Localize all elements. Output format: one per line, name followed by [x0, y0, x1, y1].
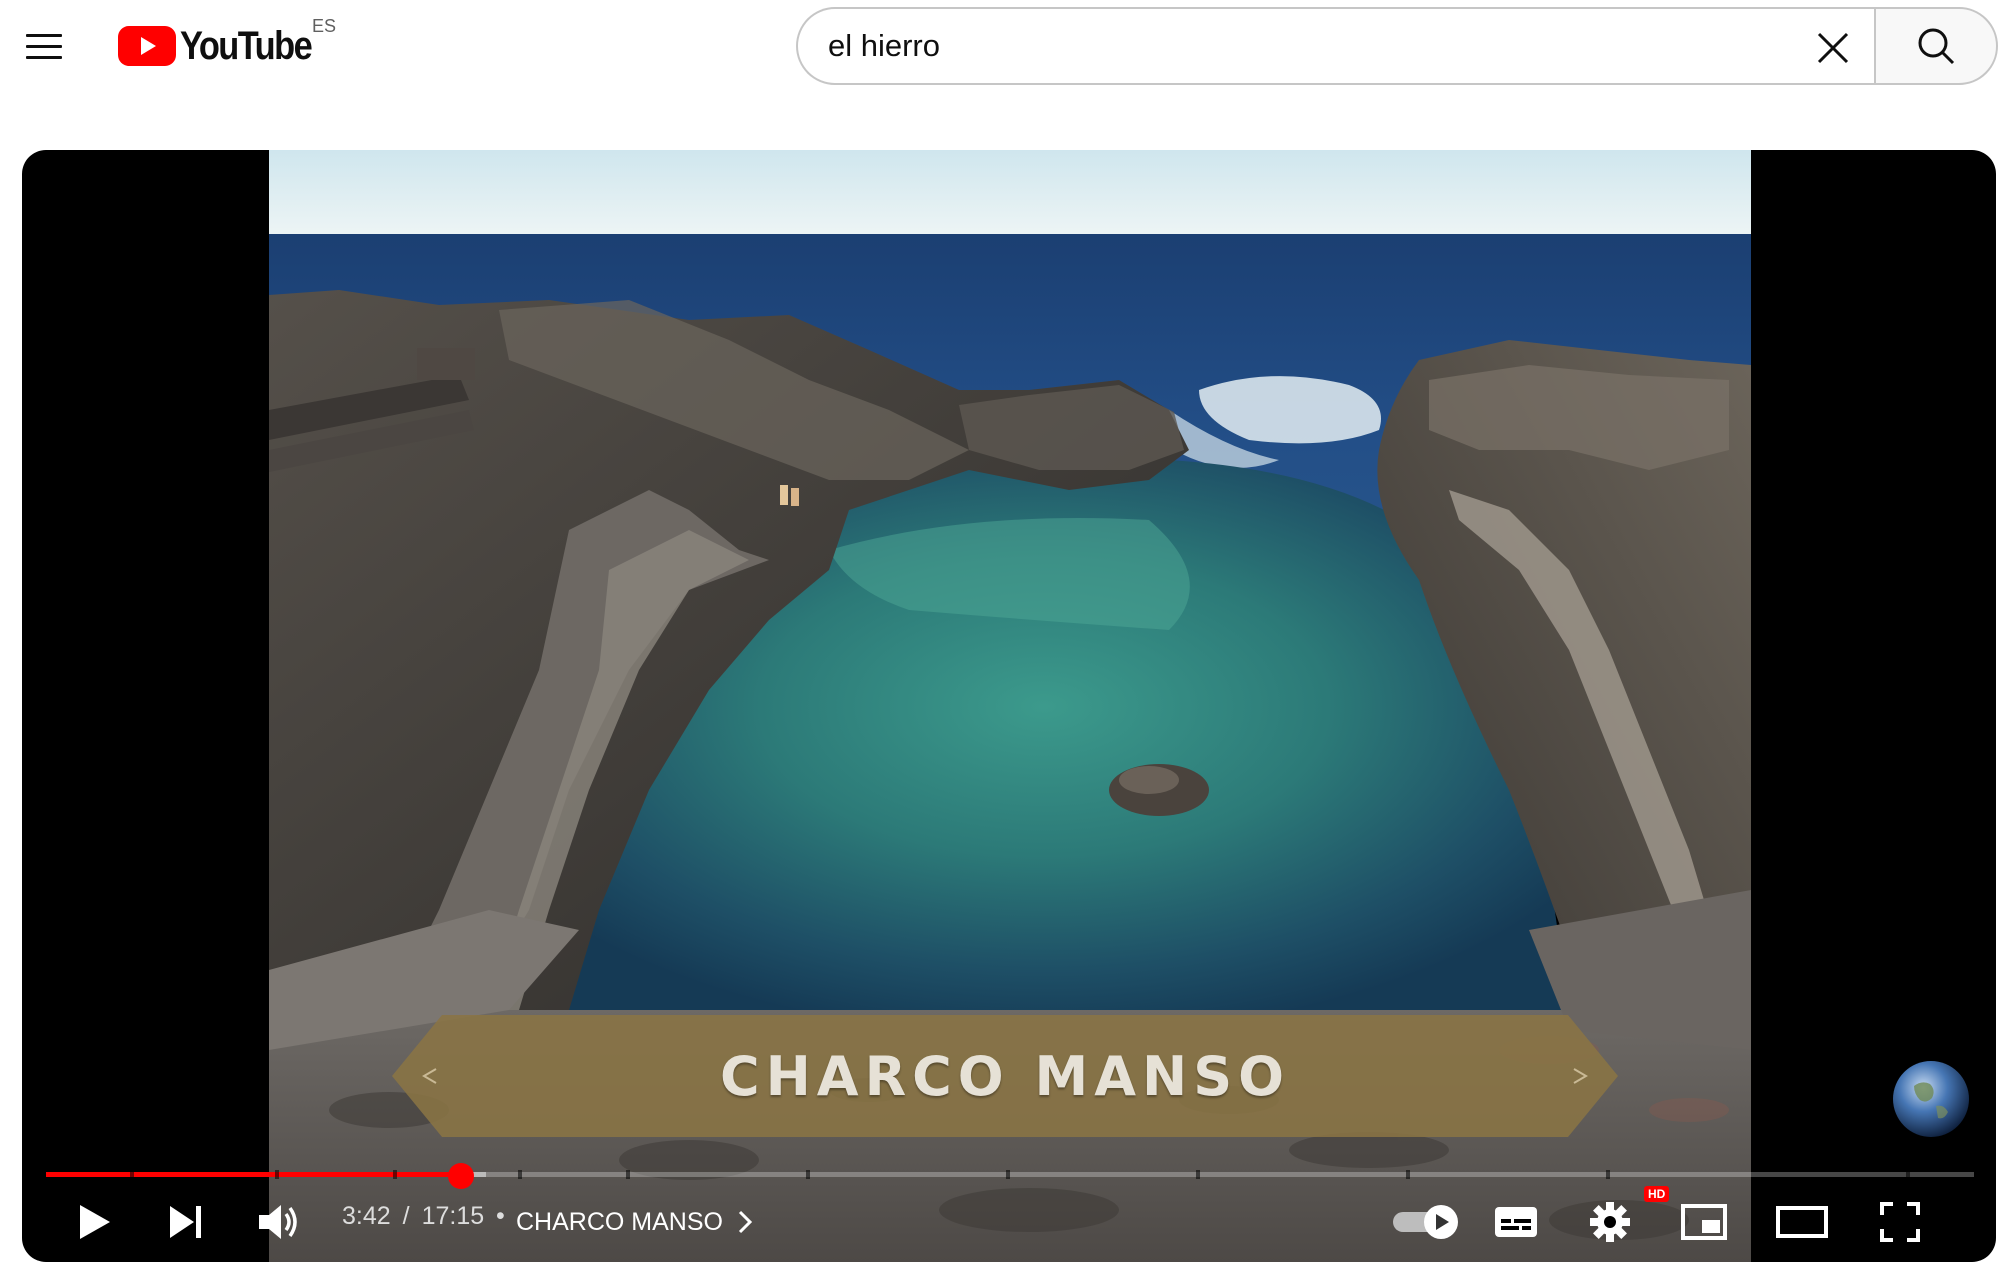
- chapter-marker: [1006, 1170, 1010, 1179]
- progress-scrubber-handle[interactable]: [448, 1163, 474, 1189]
- volume-icon: [259, 1205, 297, 1239]
- duration: 17:15: [421, 1202, 485, 1230]
- country-code: ES: [312, 16, 337, 36]
- video-frame[interactable]: CHARCO MANSO: [269, 150, 1751, 1262]
- youtube-play-logo-icon: [118, 26, 176, 66]
- next-button[interactable]: [154, 1194, 218, 1250]
- chapter-marker: [393, 1170, 397, 1179]
- play-button[interactable]: [62, 1194, 126, 1250]
- theater-mode-button[interactable]: [1766, 1194, 1838, 1250]
- chapter-marker: [1906, 1170, 1910, 1179]
- youtube-logo[interactable]: YouTube: [118, 22, 333, 70]
- subtitles-icon: [1495, 1207, 1537, 1237]
- autoplay-toggle[interactable]: [1390, 1194, 1466, 1250]
- search-icon: [1918, 28, 1955, 65]
- subtitles-button[interactable]: [1484, 1194, 1548, 1250]
- chapter-marker: [806, 1170, 810, 1179]
- chapter-title-banner: CHARCO MANSO: [392, 1015, 1618, 1137]
- progress-bar[interactable]: [46, 1160, 1974, 1189]
- chapter-marker: [1196, 1170, 1200, 1179]
- play-icon: [80, 1205, 110, 1239]
- video-player[interactable]: CHARCO MANSO 3:42 / 17:15 • CHARCO MANSO…: [22, 150, 1996, 1262]
- chapter-marker: [1606, 1170, 1610, 1179]
- chapter-marker: [275, 1170, 279, 1179]
- autoplay-toggle-icon: [1393, 1205, 1458, 1239]
- chevron-right-icon: [738, 1210, 753, 1234]
- fullscreen-button[interactable]: [1868, 1194, 1932, 1250]
- search-box: [796, 7, 1874, 85]
- chapter-button[interactable]: CHARCO MANSO: [516, 1194, 753, 1250]
- chapter-marker: [626, 1170, 630, 1179]
- fullscreen-icon: [1880, 1202, 1920, 1242]
- chapter-dot-separator: •: [496, 1202, 505, 1230]
- chapter-title: CHARCO MANSO: [516, 1207, 723, 1236]
- current-time: 3:42: [342, 1202, 391, 1230]
- clear-search-icon[interactable]: [1806, 21, 1860, 75]
- mute-button[interactable]: [246, 1194, 310, 1250]
- miniplayer-icon: [1681, 1204, 1727, 1240]
- search-input[interactable]: [828, 9, 1728, 83]
- theater-mode-icon: [1776, 1206, 1828, 1238]
- hd-badge: HD: [1644, 1186, 1670, 1202]
- youtube-logo-text: YouTube: [180, 23, 313, 68]
- search-button[interactable]: [1874, 7, 1998, 85]
- channel-watermark-globe-icon[interactable]: [1892, 1060, 1970, 1138]
- gear-icon: [1590, 1202, 1630, 1242]
- time-display: 3:42 / 17:15: [342, 1202, 484, 1231]
- chapter-marker: [518, 1170, 522, 1179]
- skip-next-icon: [170, 1206, 201, 1238]
- chapter-marker: [1406, 1170, 1410, 1179]
- progress-played: [46, 1172, 461, 1177]
- miniplayer-button[interactable]: [1672, 1194, 1736, 1250]
- guide-menu-icon[interactable]: [22, 28, 66, 64]
- settings-button[interactable]: [1578, 1194, 1642, 1250]
- banner-title-text: CHARCO MANSO: [719, 1044, 1291, 1108]
- chapter-marker: [130, 1170, 134, 1179]
- time-separator: /: [402, 1202, 410, 1230]
- masthead: YouTube ES: [0, 0, 2006, 120]
